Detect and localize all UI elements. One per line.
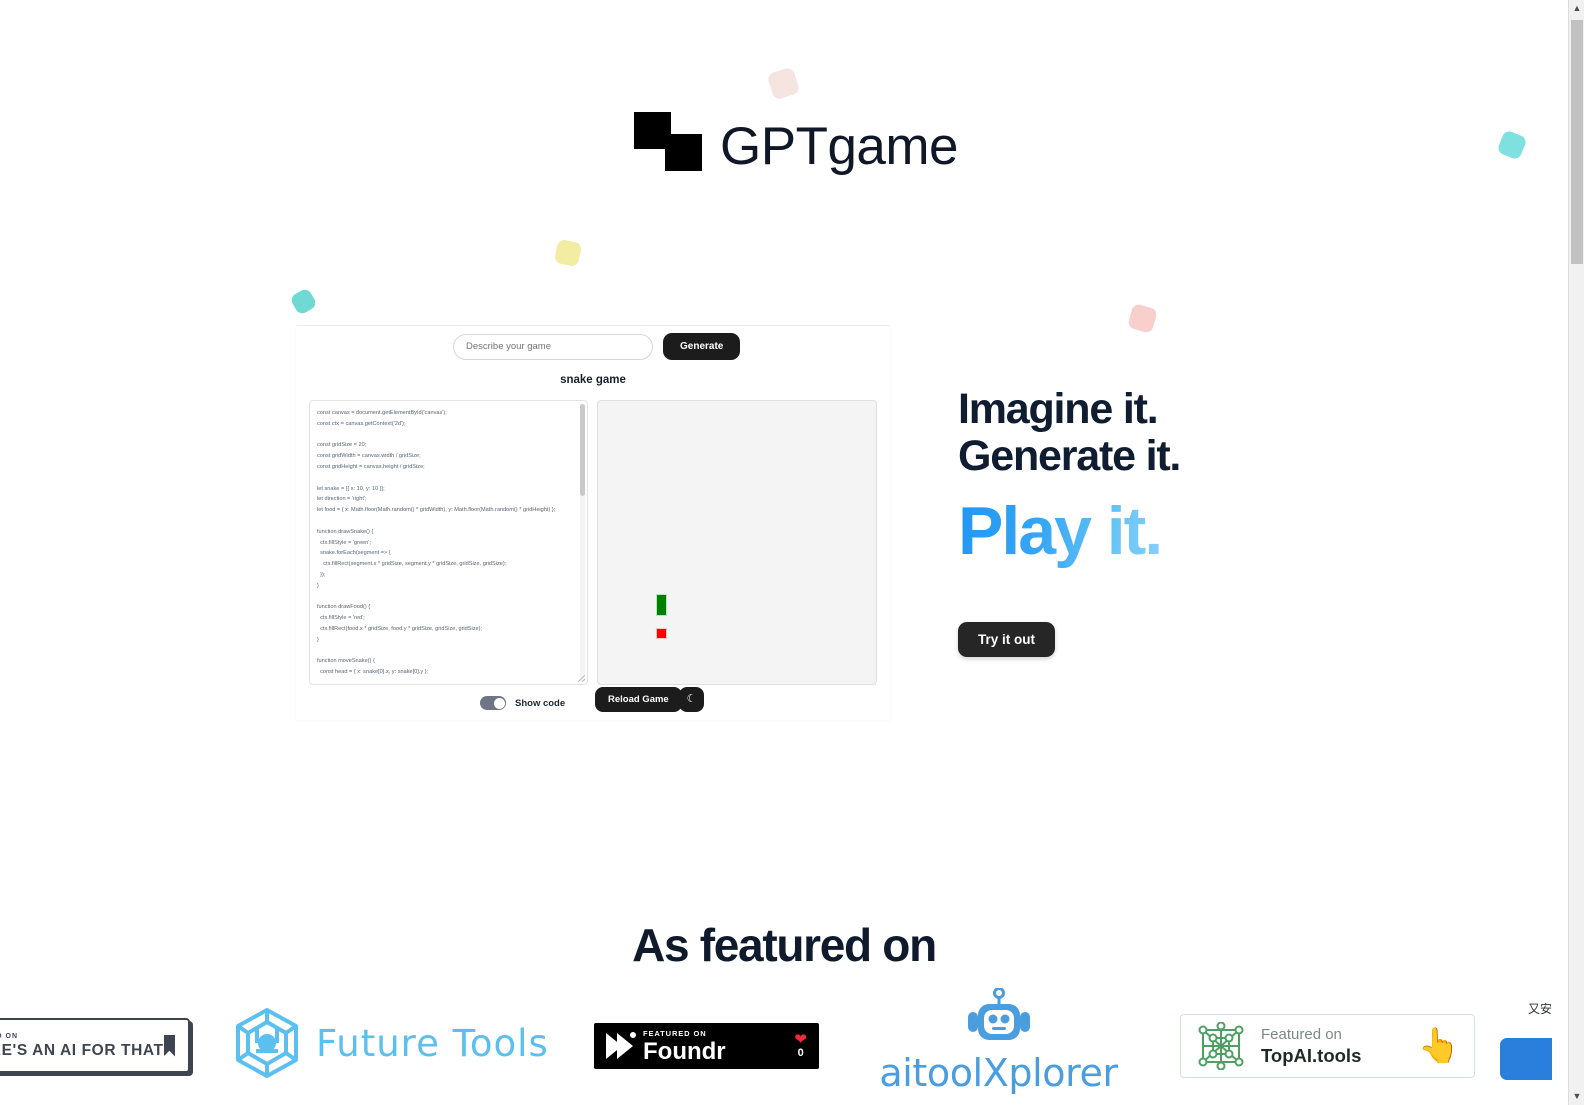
code-editor-pane[interactable]: const canvas = document.getElementById('…: [309, 400, 588, 685]
hero-line-2: Generate it.: [958, 432, 1181, 480]
food-pellet: [656, 628, 667, 639]
show-code-control[interactable]: Show code: [480, 696, 565, 710]
code-editor-scroll-thumb[interactable]: [580, 404, 585, 496]
toggle-knob: [493, 697, 505, 709]
pink-square: [766, 66, 801, 101]
prompt-row: Generate: [453, 333, 741, 360]
foundr-big-label: Foundr: [643, 1038, 726, 1065]
taaft-small-label: FEATURED ON: [0, 1032, 19, 1040]
aitoolxplorer-name: aitoolXplorer: [879, 1051, 1118, 1095]
show-code-label: Show code: [515, 697, 566, 709]
brand-logo[interactable]: GPTgame: [634, 112, 959, 180]
teal-square-2: [289, 287, 318, 316]
reload-game-button[interactable]: Reload Game: [595, 687, 682, 712]
foundr-vote-count: 0: [797, 1046, 804, 1059]
pointing-hand-icon: 👆: [1417, 1027, 1460, 1065]
hero-heading: Imagine it. Generate it. Play it.: [958, 385, 1181, 569]
brand-name: GPTgame: [720, 116, 959, 176]
gptgame-checker-logo-icon: [634, 112, 702, 180]
app-mockup: Generate snake game const canvas = docum…: [296, 325, 890, 720]
badge-aitoolxplorer[interactable]: aitoolXplorer: [866, 987, 1131, 1095]
robot-icon: [967, 987, 1030, 1040]
page-root: GPTgame Generate snake game const canvas…: [0, 0, 1568, 1105]
show-code-toggle[interactable]: [480, 696, 506, 710]
chevron-up-icon[interactable]: ▲: [1569, 0, 1584, 17]
blue-side-tab-widget[interactable]: [1500, 1038, 1552, 1080]
taaft-big-label: THERE'S AN AI FOR THAT: [0, 1041, 164, 1059]
describe-your-game-input[interactable]: [453, 333, 653, 360]
snake-segment: [656, 594, 667, 616]
topai-small-label: Featured on: [1261, 1026, 1342, 1043]
page-scrollbar[interactable]: ▲ ▼: [1568, 0, 1584, 1105]
hero-line-1: Imagine it.: [958, 385, 1159, 433]
hexagon-network-icon: [236, 1008, 298, 1078]
code-editor-text[interactable]: const canvas = document.getElementById('…: [317, 408, 569, 678]
generate-button[interactable]: Generate: [663, 333, 741, 360]
translate-overlay-text: 又安: [1527, 1002, 1552, 1016]
foundr-logo-icon: [606, 1032, 636, 1059]
blush-square: [1127, 303, 1158, 334]
badge-foundr[interactable]: FEATURED ON Foundr ❤ 0: [594, 1023, 819, 1069]
teal-square: [1496, 129, 1528, 161]
resize-handle[interactable]: [578, 675, 585, 682]
code-editor-scrollbar[interactable]: [580, 404, 585, 682]
future-tools-name: Future Tools: [316, 1021, 549, 1065]
yellow-square: [553, 238, 583, 268]
moon-icon[interactable]: ☾: [679, 687, 704, 712]
scrollbar-thumb[interactable]: [1571, 20, 1583, 264]
badge-topai-tools[interactable]: Featured on TopAI.tools 👆: [1180, 1014, 1475, 1078]
chevron-down-icon[interactable]: ▼: [1569, 1088, 1584, 1105]
hero-line-3: Play it.: [958, 494, 1180, 568]
bookmark-icon: [163, 1034, 175, 1057]
network-graph-icon: [1198, 1022, 1244, 1070]
topai-big-label: TopAI.tools: [1261, 1045, 1362, 1066]
generated-game-title: snake game: [560, 374, 626, 386]
heart-icon: ❤: [794, 1030, 807, 1048]
try-it-out-button[interactable]: Try it out: [958, 622, 1055, 657]
featured-section-title: As featured on: [632, 919, 937, 971]
badge-theres-an-ai-for-that[interactable]: FEATURED ON THERE'S AN AI FOR THAT: [0, 1018, 190, 1073]
game-preview-canvas[interactable]: [597, 400, 877, 685]
editor-and-preview: const canvas = document.getElementById('…: [309, 400, 877, 690]
badge-future-tools[interactable]: Future Tools: [232, 1006, 549, 1080]
